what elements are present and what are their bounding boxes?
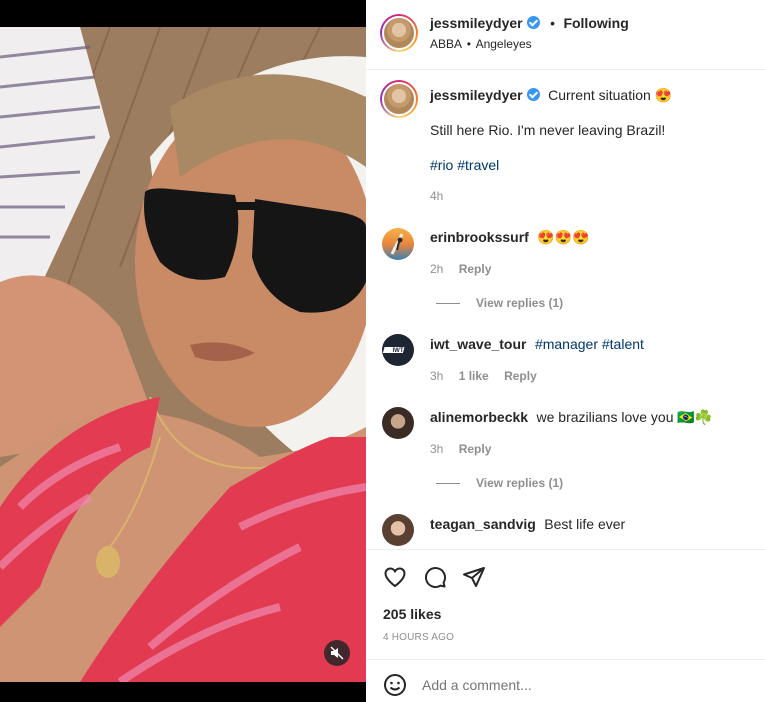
caption-line: jessmileydyer Current situation 😍: [430, 87, 672, 105]
caption-hashtags[interactable]: #rio #travel: [430, 157, 499, 173]
like-button[interactable]: [383, 565, 407, 589]
comment-username[interactable]: alinemorbeckk: [430, 409, 528, 425]
commenter-avatar[interactable]: [382, 514, 414, 546]
comment-input[interactable]: [422, 675, 742, 695]
comment-text[interactable]: #manager #talent: [535, 336, 644, 352]
audio-song[interactable]: Angeleyes: [476, 37, 532, 51]
caption-time[interactable]: 4h: [430, 189, 443, 203]
following-button[interactable]: Following: [563, 15, 628, 31]
comment-row: alinemorbeckk we brazilians love you 🇧🇷☘…: [430, 409, 712, 427]
post-header: jessmileydyer • Following ABBA • Angeley…: [366, 0, 765, 70]
comment-likes[interactable]: 1 like: [459, 369, 489, 383]
caption-avatar[interactable]: [380, 80, 418, 118]
caption-body: Still here Rio. I'm never leaving Brazil…: [430, 122, 666, 138]
comment-row: iwt_wave_tour #manager #talent: [430, 336, 644, 354]
comment-time[interactable]: 3h: [430, 369, 443, 383]
comment-time[interactable]: 3h: [430, 442, 443, 456]
post-sidebar: jessmileydyer • Following ABBA • Angeley…: [366, 0, 765, 702]
surfer-icon: [390, 233, 404, 255]
mute-button[interactable]: [324, 640, 350, 666]
audio-track[interactable]: ABBA: [430, 37, 461, 51]
author-avatar[interactable]: [380, 14, 418, 52]
comment-text: we brazilians love you 🇧🇷☘️: [536, 409, 713, 425]
commenter-avatar[interactable]: [382, 228, 414, 260]
comment-text: Best life ever: [544, 516, 626, 532]
verified-badge-icon: [526, 16, 540, 29]
share-button[interactable]: [462, 565, 486, 589]
comment-username[interactable]: teagan_sandvig: [430, 516, 536, 532]
smiley-face-icon: [384, 674, 406, 696]
heart-icon: [384, 567, 406, 588]
iwt-logo-icon: IWT: [382, 347, 405, 354]
paper-plane-icon: [463, 567, 485, 587]
reply-button[interactable]: Reply: [459, 262, 492, 276]
view-replies-button[interactable]: View replies (1): [436, 296, 563, 310]
speaker-muted-icon: [330, 646, 344, 660]
post-photo[interactable]: [0, 27, 366, 682]
comment-text: 😍😍😍: [537, 229, 590, 245]
divider: [366, 659, 765, 660]
comment-username[interactable]: erinbrookssurf: [430, 229, 529, 245]
post-media: [0, 0, 366, 702]
comment-username[interactable]: iwt_wave_tour: [430, 336, 526, 352]
commenter-avatar[interactable]: [382, 407, 414, 439]
reply-button[interactable]: Reply: [504, 369, 537, 383]
comment-row: teagan_sandvig Best life ever: [430, 516, 625, 534]
reply-button[interactable]: Reply: [459, 442, 492, 456]
comment-row: erinbrookssurf 😍😍😍: [430, 229, 590, 247]
commenter-avatar[interactable]: IWT: [382, 334, 414, 366]
caption-text: Current situation 😍: [548, 87, 673, 103]
verified-badge-icon: [526, 88, 540, 101]
view-replies-button[interactable]: View replies (1): [436, 476, 563, 490]
post-timestamp[interactable]: 4 HOURS AGO: [383, 632, 454, 643]
comment-time[interactable]: 2h: [430, 262, 443, 276]
divider: [366, 549, 765, 550]
comment-bubble-icon: [425, 567, 447, 589]
follow-separator: •: [550, 15, 555, 31]
comment-button[interactable]: [423, 565, 447, 589]
caption-username[interactable]: jessmileydyer: [430, 87, 523, 103]
divider: [436, 303, 460, 305]
divider: [436, 483, 460, 485]
audio-separator: •: [466, 37, 471, 51]
author-username[interactable]: jessmileydyer: [430, 15, 523, 31]
likes-count[interactable]: 205 likes: [383, 606, 441, 622]
svg-text:IWT: IWT: [393, 348, 404, 354]
selfie-illustration: [0, 27, 366, 682]
emoji-button[interactable]: [383, 673, 407, 697]
